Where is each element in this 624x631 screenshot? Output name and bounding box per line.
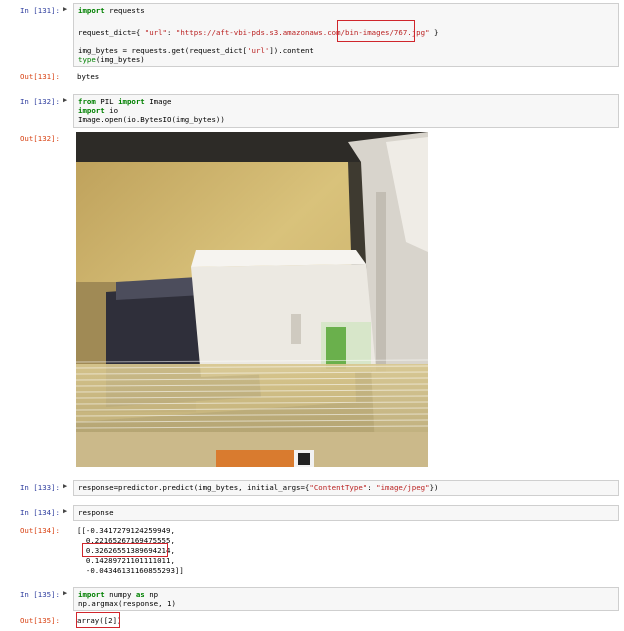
code-line: np.argmax(response, 1) [78,599,176,608]
code-cell[interactable]: response=predictor.predict(img_bytes, in… [73,480,619,496]
output-prompt: Out[131]: [19,72,60,81]
code-cell[interactable]: from PIL import Image import io Image.op… [73,94,619,128]
output-text: bytes [77,72,100,81]
run-indicator-icon[interactable]: ▶ [63,482,67,490]
code-cell[interactable]: response [73,505,619,521]
code-line: type(img_bytes) [78,55,145,64]
code-cell[interactable]: import numpy as np np.argmax(response, 1… [73,587,619,611]
output-image [76,132,428,467]
run-indicator-icon[interactable]: ▶ [63,507,67,515]
input-prompt: In [135]: [19,590,60,599]
code-line: response [78,508,114,517]
code-line: Image.open(io.BytesIO(img_bytes)) [78,115,225,124]
output-line: -0.04346131160855293]] [77,566,184,575]
output-line: [[-0.3417279124259949, [77,526,175,535]
highlight-box [76,612,120,628]
run-indicator-icon[interactable]: ▶ [63,589,67,597]
input-prompt: In [133]: [19,483,60,492]
input-prompt: In [134]: [19,508,60,517]
highlight-box [82,543,168,557]
output-line: 0.14289721101111011, [77,556,175,565]
code-line: import requests [78,6,145,15]
output-prompt: Out[135]: [19,616,60,625]
output-prompt: Out[134]: [19,526,60,535]
run-indicator-icon[interactable]: ▶ [63,96,67,104]
output-prompt: Out[132]: [19,134,60,143]
input-prompt: In [131]: [19,6,60,15]
run-indicator-icon[interactable]: ▶ [63,5,67,13]
input-prompt: In [132]: [19,97,60,106]
highlight-box [337,20,415,42]
code-line: response=predictor.predict(img_bytes, in… [78,483,439,492]
